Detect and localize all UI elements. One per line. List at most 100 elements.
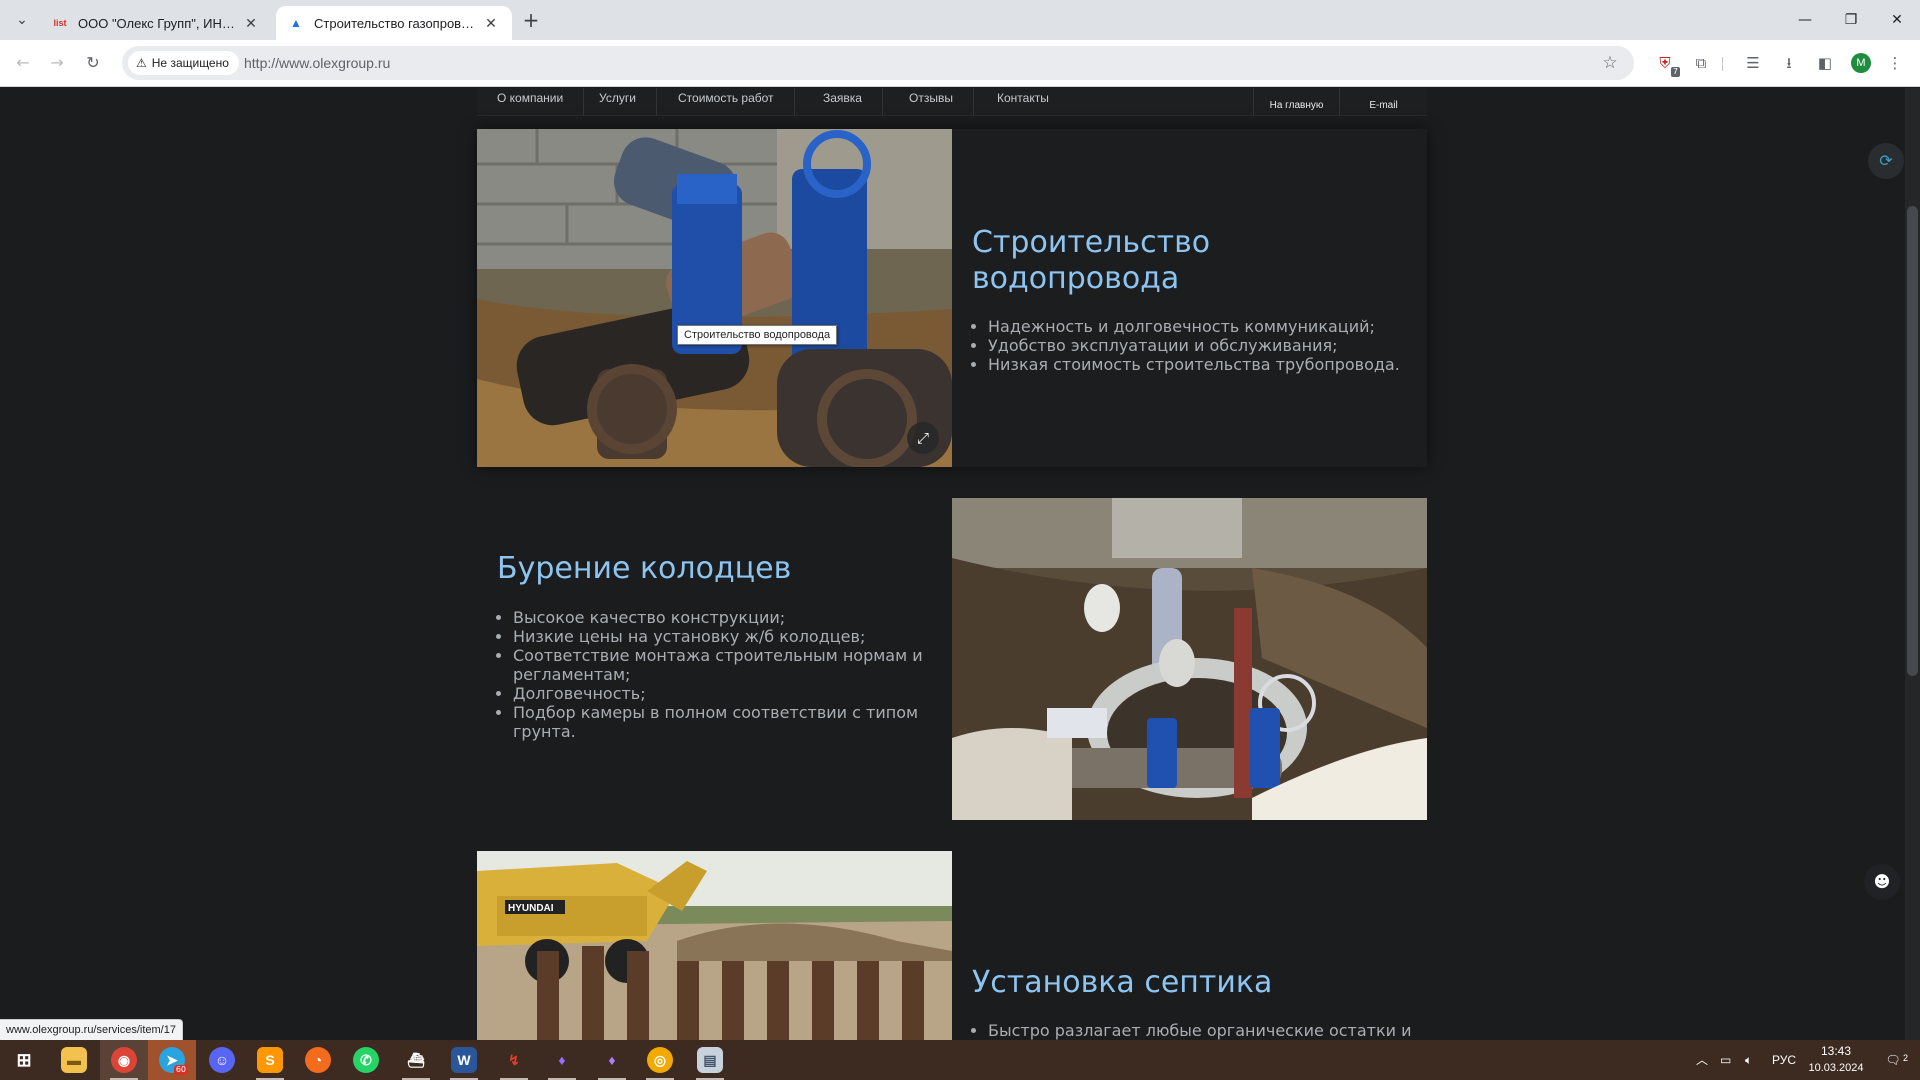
service-bullet-list: Надежность и долговечность коммуникаций;… <box>972 317 1412 374</box>
reload-icon[interactable]: ↻ <box>80 50 106 76</box>
nav-item-services[interactable]: Услуги <box>579 88 657 116</box>
water-pipeline-text: Строительство водопровода Надежность и д… <box>952 129 1427 467</box>
security-label: Не защищено <box>151 56 229 70</box>
reading-list-icon[interactable]: ☰ <box>1740 50 1766 76</box>
browser-toolbar: ← → ↻ ⚠ Не защищено http://www.olexgroup… <box>0 40 1920 87</box>
security-chip[interactable]: ⚠ Не защищено <box>128 51 239 75</box>
extensions-puzzle-icon[interactable]: ⧉ <box>1688 50 1714 76</box>
taskbar-file-explorer[interactable]: ▬ <box>50 1040 98 1080</box>
taskbar-app-red[interactable]: ↯ <box>490 1040 538 1080</box>
water-pipeline-image <box>477 129 952 467</box>
service-card-septic: HYUNDAI Установка септика Быстро разлага… <box>477 851 1427 1040</box>
profile-avatar[interactable]: M <box>1851 53 1871 73</box>
taskbar-sublime-text[interactable]: S <box>246 1040 294 1080</box>
close-window-button[interactable]: ✕ <box>1874 0 1920 40</box>
service-title: Строительство водопровода <box>972 225 1211 296</box>
taskbar-app-eye[interactable]: ◎ <box>636 1040 684 1080</box>
close-tab-icon[interactable]: ✕ <box>482 14 500 32</box>
taskbar-app-purple-1[interactable]: ♦ <box>538 1040 586 1080</box>
list-org-icon: list <box>53 18 67 28</box>
taskbar-app-ship[interactable]: ⛴ <box>392 1040 440 1080</box>
service-bullet-list: Быстро разлагает любые органические оста… <box>972 1021 1412 1040</box>
nav-item-request[interactable]: Заявка <box>803 88 883 116</box>
telegram-unread-badge: 60 <box>173 1065 188 1075</box>
home-link[interactable]: ⌂ На главную <box>1253 88 1339 116</box>
taskbar-telegram[interactable]: ➤ 60 <box>148 1040 196 1080</box>
address-bar[interactable]: ⚠ Не защищено http://www.olexgroup.ru ☆ <box>122 46 1634 80</box>
show-hidden-icons-chevron-icon[interactable]: ︿ <box>1696 1040 1708 1080</box>
septic-photo[interactable]: HYUNDAI <box>477 851 952 1040</box>
tab-title: Строительство газопровода, г <box>314 15 476 31</box>
forward-arrow-icon[interactable]: → <box>44 50 70 76</box>
taskbar-app-purple-2[interactable]: ♦ <box>588 1040 636 1080</box>
folder-icon: ▬ <box>61 1047 87 1073</box>
bookmark-star-icon[interactable]: ☆ <box>1598 51 1622 75</box>
taskbar-chrome[interactable]: ◉ <box>100 1040 148 1080</box>
septic-text: Установка септика Быстро разлагает любые… <box>952 851 1427 1040</box>
service-bullet-list: Высокое качество конструкции; Низкие цен… <box>497 608 937 741</box>
list-item: Надежность и долговечность коммуникаций; <box>988 317 1412 336</box>
restore-button[interactable]: ❐ <box>1828 0 1874 40</box>
tab-search-chevron-icon[interactable]: ⌄ <box>10 8 34 32</box>
notification-count: 2 <box>1902 1053 1908 1063</box>
url-text[interactable]: http://www.olexgroup.ru <box>244 46 390 80</box>
system-clock[interactable]: 13:43 10.03.2024 <box>1802 1043 1870 1077</box>
service-title: Бурение колодцев <box>497 551 792 586</box>
image-tooltip: Строительство водопровода <box>677 325 838 345</box>
toolbar-divider <box>1722 57 1723 71</box>
chat-bot-icon[interactable]: ☻ <box>1864 864 1900 900</box>
taskbar-app-orange[interactable]: ◔ <box>294 1040 342 1080</box>
language-indicator[interactable]: РУС <box>1772 1040 1796 1080</box>
link-status-bar: www.olexgroup.ru/services/item/17 <box>0 1019 183 1040</box>
email-icon: ✉ <box>1340 88 1427 90</box>
expand-image-icon[interactable]: ⤢ <box>907 422 939 454</box>
hyundai-lettering: HYUNDAI <box>508 903 554 914</box>
notification-center-icon[interactable]: 🗨︎ 2 <box>1878 1040 1908 1080</box>
list-item: Высокое качество конструкции; <box>513 608 937 627</box>
start-button[interactable]: ⊞ <box>0 1040 48 1080</box>
taskbar-app-window[interactable]: ▤ <box>686 1040 734 1080</box>
wells-text: Бурение колодцев Высокое качество констр… <box>477 498 952 820</box>
back-arrow-icon[interactable]: ← <box>10 50 36 76</box>
new-tab-button[interactable]: + <box>518 8 544 34</box>
side-panel-icon[interactable]: ◧ <box>1812 50 1838 76</box>
window-app-icon: ▤ <box>697 1047 723 1073</box>
service-card-wells: Бурение колодцев Высокое качество констр… <box>477 498 1427 820</box>
nav-item-reviews[interactable]: Отзывы <box>889 88 974 116</box>
nav-item-contacts[interactable]: Контакты <box>977 88 1069 116</box>
scrollbar-thumb[interactable] <box>1907 206 1918 676</box>
network-icon[interactable]: ▭ <box>1720 1040 1731 1080</box>
nav-item-about[interactable]: О компании <box>477 88 585 116</box>
tab-list-org[interactable]: list ООО "Олекс Групп", ИНН 720 ✕ <box>40 6 272 40</box>
extension-shield-icon[interactable]: ⛨ 7 <box>1652 50 1680 77</box>
menu-kebab-icon[interactable]: ⋮ <box>1882 50 1908 76</box>
minimize-button[interactable]: — <box>1782 0 1828 40</box>
list-item: Низкая стоимость строительства трубопров… <box>988 355 1412 374</box>
taskbar-whatsapp[interactable]: ✆ <box>342 1040 390 1080</box>
email-link[interactable]: ✉ E-mail <box>1339 88 1427 116</box>
list-item: Удобство эксплуатации и обслуживания; <box>988 336 1412 355</box>
taskbar-discord[interactable]: ☺ <box>198 1040 246 1080</box>
list-item: Соответствие монтажа строительным нормам… <box>513 646 937 684</box>
floating-extension-icon[interactable]: ⟳ <box>1868 143 1904 179</box>
taskbar-word[interactable]: W <box>440 1040 488 1080</box>
page-scrollbar[interactable] <box>1905 88 1920 1040</box>
list-item: Долговечность; <box>513 684 937 703</box>
site-navigation: О компании Услуги Стоимость работ Заявка… <box>477 88 1427 116</box>
whatsapp-icon: ✆ <box>353 1047 379 1073</box>
nav-item-pricing[interactable]: Стоимость работ <box>658 88 795 116</box>
page-viewport: О компании Услуги Стоимость работ Заявка… <box>0 88 1920 1040</box>
sublime-text-icon: S <box>257 1047 283 1073</box>
volume-icon[interactable]: 🔈︎ <box>1745 1040 1752 1080</box>
warning-triangle-icon: ⚠ <box>136 56 147 70</box>
service-title: Установка септика <box>972 965 1273 1000</box>
tab-olexgroup[interactable]: ▲ Строительство газопровода, г ✕ <box>276 6 512 40</box>
download-icon[interactable]: ⭳ <box>1776 50 1802 76</box>
wells-photo[interactable] <box>952 498 1427 820</box>
close-tab-icon[interactable]: ✕ <box>242 14 260 32</box>
water-pipeline-photo[interactable]: ⤢ <box>477 129 952 467</box>
ship-app-icon: ⛴ <box>407 1052 425 1068</box>
home-label: На главную <box>1269 100 1324 111</box>
purple-flame-icon: ♦ <box>608 1052 616 1068</box>
list-item: Быстро разлагает любые органические оста… <box>988 1021 1412 1040</box>
